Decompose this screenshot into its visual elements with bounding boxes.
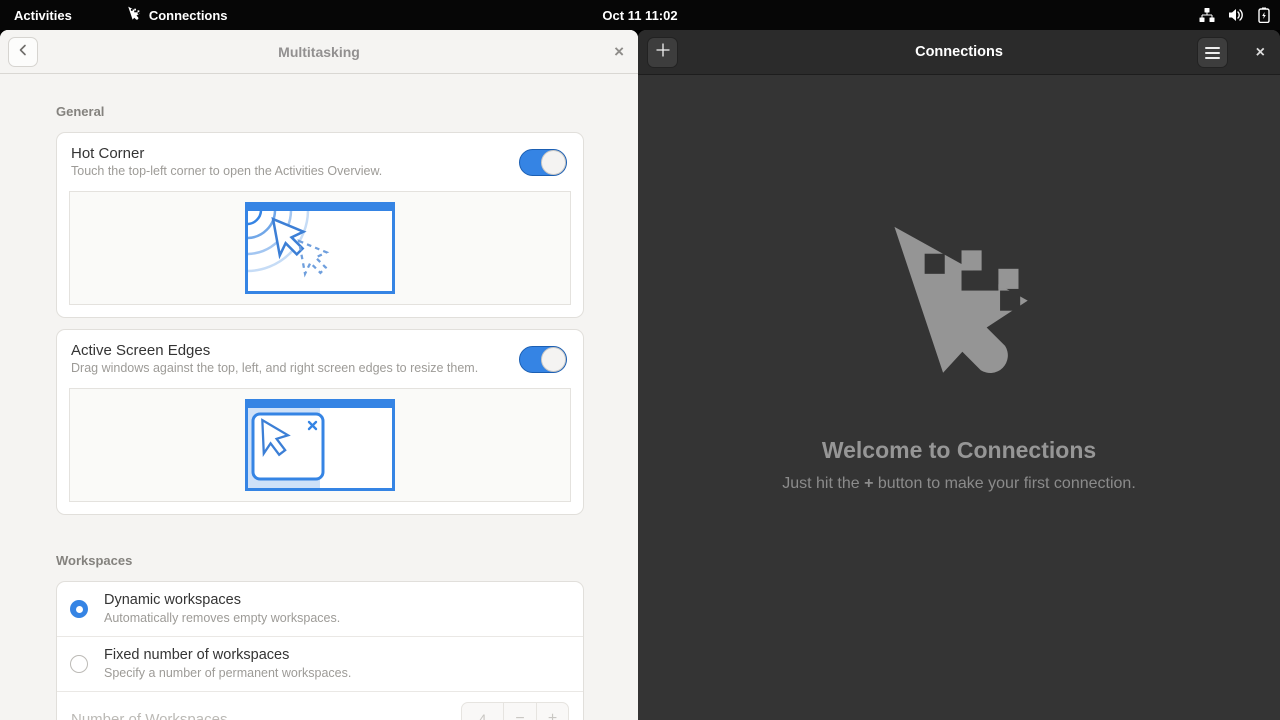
chevron-left-icon (16, 43, 30, 62)
new-connection-button[interactable] (647, 37, 678, 68)
welcome-subtitle: Just hit the + button to make your first… (782, 475, 1136, 493)
decrement-button[interactable]: − (504, 703, 536, 720)
increment-button[interactable]: + (536, 703, 568, 720)
connections-close-button[interactable]: × (1256, 30, 1265, 75)
hot-corner-subtitle: Touch the top-left corner to open the Ac… (71, 163, 382, 180)
fixed-workspaces-text: Fixed number of workspaces Specify a num… (104, 646, 351, 682)
plus-icon (655, 42, 671, 63)
system-status-area[interactable] (1199, 0, 1270, 30)
hamburger-menu-icon (1205, 47, 1220, 59)
focused-app-indicator[interactable]: Connections (114, 0, 240, 30)
workspaces-card: Dynamic workspaces Automatically removes… (56, 581, 584, 720)
settings-content: General Hot Corner Touch the top-left co… (0, 74, 638, 720)
number-of-workspaces-label: Number of Workspaces (71, 711, 227, 720)
connections-cursor-logo (871, 220, 1047, 393)
active-edges-toggle[interactable] (519, 346, 567, 373)
hot-corner-toggle[interactable] (519, 149, 567, 176)
general-card: Hot Corner Touch the top-left corner to … (56, 132, 584, 318)
dynamic-workspaces-title: Dynamic workspaces (104, 591, 340, 610)
settings-headerbar[interactable]: Multitasking × (0, 30, 638, 74)
connections-window: Connections × Welcome to Connections Jus… (638, 30, 1280, 720)
workspaces-section-header: Workspaces (56, 553, 584, 568)
toggle-knob (541, 150, 566, 175)
back-button[interactable] (8, 37, 38, 67)
fixed-workspaces-title: Fixed number of workspaces (104, 646, 351, 665)
hot-corner-title: Hot Corner (71, 144, 382, 163)
settings-close-button[interactable]: × (614, 30, 624, 74)
dynamic-workspaces-text: Dynamic workspaces Automatically removes… (104, 591, 340, 627)
network-wired-icon (1199, 7, 1215, 23)
focused-app-name: Connections (149, 8, 228, 23)
clock[interactable]: Oct 11 11:02 (602, 0, 677, 30)
active-edges-row[interactable]: Active Screen Edges Drag windows against… (57, 330, 583, 386)
hot-corner-row[interactable]: Hot Corner Touch the top-left corner to … (57, 133, 583, 189)
workspace-count-spinner: 4 − + (461, 702, 569, 720)
connections-empty-state: Welcome to Connections Just hit the + bu… (638, 75, 1280, 493)
active-edges-illustration (69, 388, 571, 502)
connections-cursor-icon (126, 6, 142, 24)
dynamic-workspaces-radio[interactable] (70, 600, 88, 618)
volume-icon (1228, 7, 1245, 23)
welcome-title: Welcome to Connections (822, 437, 1096, 464)
activities-button[interactable]: Activities (0, 0, 86, 30)
battery-icon (1258, 7, 1270, 23)
hot-corner-text: Hot Corner Touch the top-left corner to … (71, 144, 382, 180)
dynamic-workspaces-row[interactable]: Dynamic workspaces Automatically removes… (57, 582, 583, 636)
edges-card: Active Screen Edges Drag windows against… (56, 329, 584, 515)
number-of-workspaces-row: Number of Workspaces 4 − + (57, 691, 583, 720)
settings-window-title: Multitasking (0, 44, 638, 60)
active-edges-text: Active Screen Edges Drag windows against… (71, 341, 478, 377)
active-edges-subtitle: Drag windows against the top, left, and … (71, 360, 478, 377)
active-edges-title: Active Screen Edges (71, 341, 478, 360)
workspace-count-value: 4 (462, 703, 504, 720)
connections-headerbar[interactable]: Connections × (638, 30, 1280, 75)
plus-hint: + (864, 475, 873, 492)
top-bar: Activities Connections Oct 11 11:02 (0, 0, 1280, 30)
dynamic-workspaces-subtitle: Automatically removes empty workspaces. (104, 610, 340, 627)
connections-window-title: Connections (638, 44, 1280, 60)
fixed-workspaces-row[interactable]: Fixed number of workspaces Specify a num… (57, 636, 583, 691)
general-section-header: General (56, 104, 584, 119)
toggle-knob (541, 347, 566, 372)
fixed-workspaces-subtitle: Specify a number of permanent workspaces… (104, 665, 351, 682)
settings-window: Multitasking × General Hot Corner Touch … (0, 30, 638, 720)
hot-corner-illustration (69, 191, 571, 305)
fixed-workspaces-radio[interactable] (70, 655, 88, 673)
menu-button[interactable] (1197, 37, 1228, 68)
